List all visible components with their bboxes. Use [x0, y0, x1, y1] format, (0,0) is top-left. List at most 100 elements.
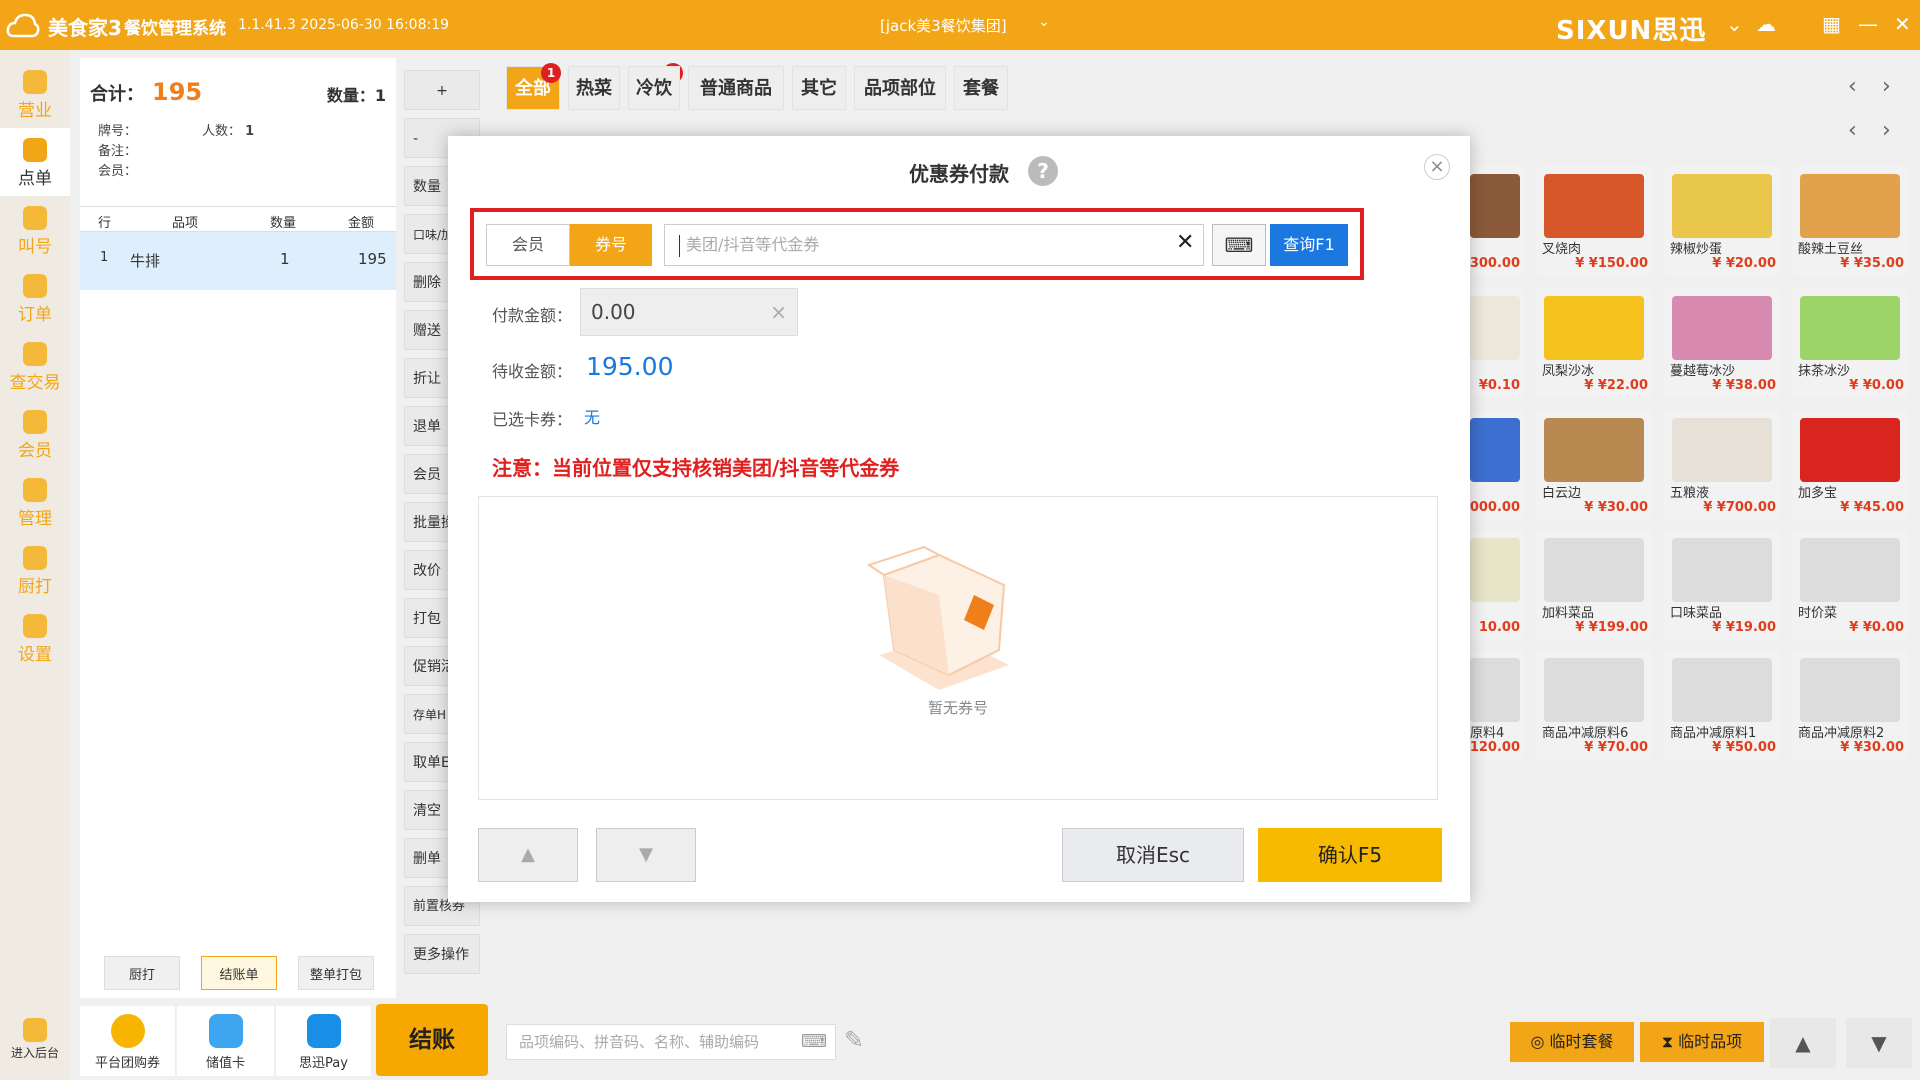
product-tile[interactable]: 白云边 ¥ ¥30.00 [1536, 410, 1652, 520]
chevron-down-icon[interactable]: ⌄ [1726, 12, 1743, 36]
call-number-icon [23, 206, 47, 230]
nav-backend[interactable]: 进入后台 [0, 1008, 70, 1076]
scroll-down-button[interactable]: ▼ [596, 828, 696, 882]
help-icon[interactable]: ? [1028, 156, 1058, 186]
product-tile[interactable]: 加多宝 ¥ ¥45.00 [1792, 410, 1908, 520]
chevron-left-icon[interactable]: ‹ [1848, 74, 1857, 99]
item-search-input[interactable]: 品项编码、拼音码、名称、辅助编码 ⌨ [506, 1024, 836, 1060]
title-bar: 美食家3 餐饮管理系统 1.1.41.3 2025-06-30 16:08:19… [0, 0, 1920, 50]
product-tile[interactable]: ¥0.10 [1470, 288, 1524, 398]
close-icon[interactable]: × [1424, 154, 1450, 180]
product-tile[interactable]: 蔓越莓冰沙 ¥ ¥38.00 [1664, 288, 1780, 398]
chevron-down-icon[interactable]: ⌄ [1038, 14, 1050, 30]
product-image [1470, 418, 1520, 482]
coupon-input[interactable]: 美团/抖音等代金券 [664, 224, 1204, 266]
pay-stored-card[interactable]: 储值卡 [177, 1006, 275, 1076]
table-row[interactable]: 1 牛排 1 195 [80, 232, 396, 290]
scroll-up-button[interactable]: ▲ [478, 828, 578, 882]
product-tile[interactable]: 凤梨沙冰 ¥ ¥22.00 [1536, 288, 1652, 398]
nav-business[interactable]: 营业 [0, 60, 70, 128]
product-tile[interactable]: 五粮液 ¥ ¥700.00 [1664, 410, 1780, 520]
remark-label: 备注： [98, 144, 138, 159]
order-total: 合计： 195 [90, 78, 203, 106]
product-image [1672, 296, 1772, 360]
product-tile[interactable]: 口味菜品 ¥ ¥19.00 [1664, 530, 1780, 640]
pay-group-coupon[interactable]: 平台团购券 [80, 1006, 176, 1076]
pay-sixun-pay[interactable]: 思迅Pay [276, 1006, 372, 1076]
page-down-button[interactable]: ▼ [1846, 1018, 1912, 1068]
tab-member[interactable]: 会员 [486, 224, 570, 266]
empty-box-icon [866, 545, 1009, 690]
product-tile[interactable]: 叉烧肉 ¥ ¥150.00 [1536, 166, 1652, 276]
tab-other[interactable]: 其它 [792, 66, 846, 110]
plus-button[interactable]: + [404, 70, 480, 110]
tab-item-parts[interactable]: 品项部位 [854, 66, 946, 110]
pay-amount-field[interactable]: 0.00 × [580, 288, 798, 336]
tab-set-meal[interactable]: 套餐 [954, 66, 1008, 110]
nav-transactions[interactable]: 查交易 [0, 332, 70, 400]
tab-cold-drinks[interactable]: 冷饮 [628, 66, 680, 110]
kitchen-print-button[interactable]: 厨打 [104, 956, 180, 990]
tab-normal-goods[interactable]: 普通商品 [688, 66, 784, 110]
nav-member[interactable]: 会员 [0, 400, 70, 468]
member-label: 会员： [98, 164, 138, 179]
keyboard-icon[interactable]: ⌨ [1212, 224, 1266, 266]
manage-icon [23, 478, 47, 502]
coupon-payment-dialog: 优惠券付款 ? × 会员 券号 美团/抖音等代金券 ✕ ⌨ 查询F1 付款金额：… [448, 136, 1470, 902]
nav-settings[interactable]: 设置 [0, 604, 70, 672]
checkout-button[interactable]: 结账Enter [376, 1004, 488, 1076]
confirm-button[interactable]: 确认F5 [1258, 828, 1442, 882]
backend-icon [23, 1018, 47, 1042]
page-up-button[interactable]: ▲ [1770, 1018, 1836, 1068]
brand-name: 美食家3 [48, 16, 122, 40]
product-tile[interactable]: 300.00 [1470, 166, 1524, 276]
product-tile[interactable]: 10.00 [1470, 530, 1524, 640]
cloud-icon[interactable]: ☁ [1756, 12, 1776, 36]
product-tile[interactable]: 000.00 [1470, 410, 1524, 520]
product-tile[interactable]: 商品冲减原料6 ¥ ¥70.00 [1536, 650, 1652, 760]
order-qty: 数量：1 [326, 86, 386, 105]
product-tile[interactable]: 酸辣土豆丝 ¥ ¥35.00 [1792, 166, 1908, 276]
clear-amount-icon[interactable]: × [770, 289, 787, 335]
handwriting-icon[interactable]: ✎ [844, 1026, 864, 1054]
product-tile[interactable]: 时价菜 ¥ ¥0.00 [1792, 530, 1908, 640]
chevron-right-icon[interactable]: › [1882, 74, 1891, 99]
group-name[interactable]: [jack美3餐饮集团] [880, 15, 1007, 36]
empty-text: 暂无券号 [927, 699, 988, 717]
product-tile[interactable]: 原料4 120.00 [1470, 650, 1524, 760]
business-icon [23, 70, 47, 94]
tab-all[interactable]: 全部 1 [506, 63, 561, 110]
chosen-coupon-label: 已选卡券： [492, 410, 573, 429]
nav-manage[interactable]: 管理 [0, 468, 70, 536]
tab-hot-dishes[interactable]: 热菜1 [568, 63, 683, 110]
nav-orders[interactable]: 订单 [0, 264, 70, 332]
product-tile[interactable]: 商品冲减原料2 ¥ ¥30.00 [1792, 650, 1908, 760]
placeholder-image-icon [1470, 658, 1520, 722]
chevron-left-icon[interactable]: ‹ [1848, 118, 1857, 143]
minimize-icon[interactable]: — [1858, 12, 1878, 36]
temp-item-button[interactable]: ⧗ 临时品项 [1640, 1022, 1764, 1062]
bill-print-button[interactable]: 结账单 [201, 956, 277, 990]
close-window-icon[interactable]: ✕ [1894, 12, 1911, 36]
more-actions-button[interactable]: 更多操作 [404, 934, 480, 974]
placeholder-image-icon [1544, 538, 1644, 602]
product-tile[interactable]: 加料菜品 ¥ ¥199.00 [1536, 530, 1652, 640]
nav-call-number[interactable]: 叫号 [0, 196, 70, 264]
pack-all-button[interactable]: 整单打包 [298, 956, 374, 990]
keyboard-icon[interactable]: ⌨ [801, 1025, 827, 1059]
order-grid-header: 行 品项 数量 金额 [80, 206, 396, 232]
cancel-button[interactable]: 取消Esc [1062, 828, 1244, 882]
nav-kitchen-print[interactable]: 厨打 [0, 536, 70, 604]
qrcode-icon[interactable]: ▦ [1822, 12, 1841, 36]
product-tile[interactable]: 辣椒炒蛋 ¥ ¥20.00 [1664, 166, 1780, 276]
nav-order-entry[interactable]: 点单 [0, 128, 70, 196]
pay-amount-label: 付款金额： [492, 306, 573, 325]
temp-set-button[interactable]: ◎ 临时套餐 [1510, 1022, 1634, 1062]
left-nav: 营业 点单 叫号 订单 查交易 会员 管理 厨打 设置 进入后台 [0, 50, 70, 1080]
query-button[interactable]: 查询F1 [1270, 224, 1348, 266]
product-tile[interactable]: 商品冲减原料1 ¥ ¥50.00 [1664, 650, 1780, 760]
chevron-right-icon[interactable]: › [1882, 118, 1891, 143]
product-tile[interactable]: 抹茶冰沙 ¥ ¥0.00 [1792, 288, 1908, 398]
tab-coupon-number[interactable]: 券号 [570, 224, 652, 266]
clear-input-icon[interactable]: ✕ [1176, 230, 1194, 255]
